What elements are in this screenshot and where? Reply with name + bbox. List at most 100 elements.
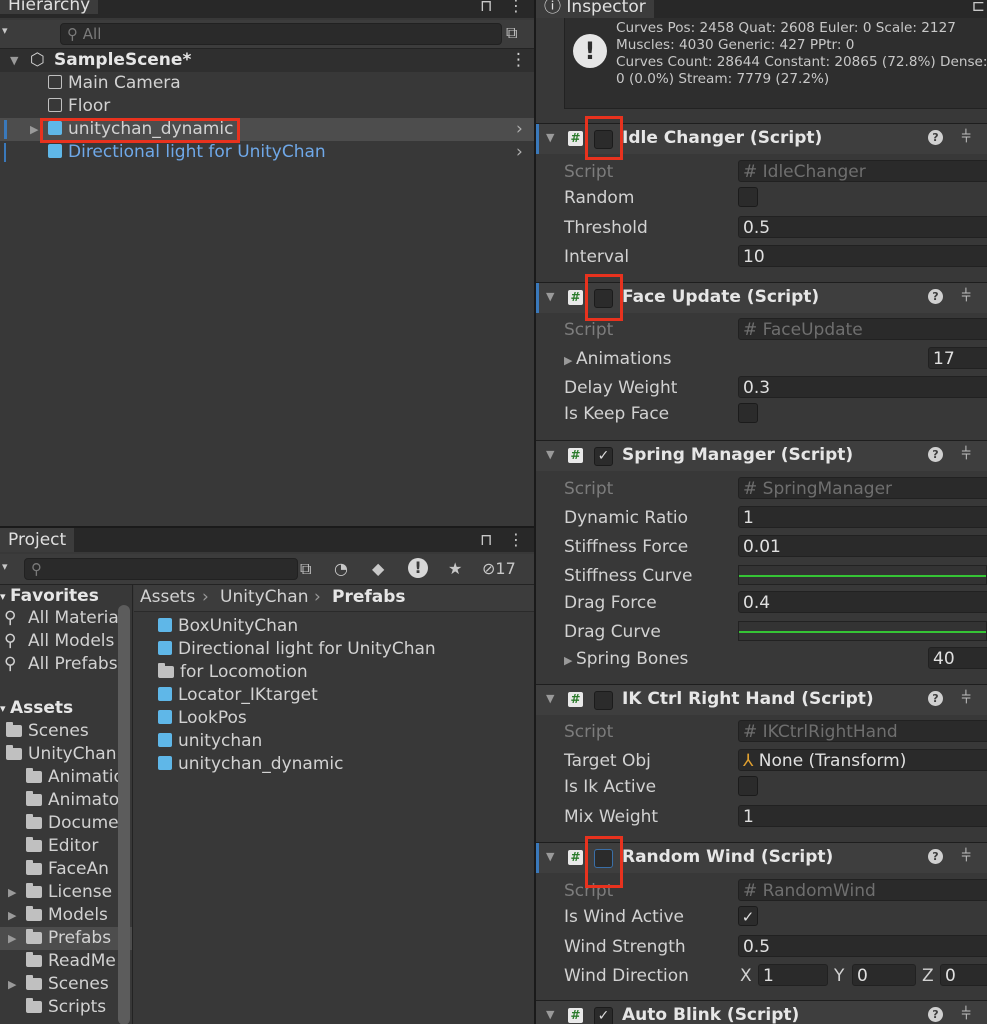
hierarchy-item[interactable]: Directional light for UnityChan ›: [0, 141, 534, 164]
create-dropdown-icon[interactable]: ▾: [2, 24, 8, 37]
assets-header[interactable]: ▾ Assets: [0, 697, 132, 720]
folder-item[interactable]: Editor: [0, 835, 132, 858]
fold-arrow-icon[interactable]: ▼: [546, 290, 554, 303]
folder-item[interactable]: Scripts: [0, 996, 132, 1019]
panel-splitter[interactable]: [0, 526, 534, 528]
help-icon[interactable]: ?: [928, 849, 943, 864]
ik-active-checkbox[interactable]: [738, 776, 758, 796]
more-menu-icon[interactable]: ⋮: [508, 530, 524, 549]
component-header-auto-blink[interactable]: ▼ # ✓ Auto Blink (Script) ? ⫩: [536, 1000, 987, 1024]
hierarchy-search-input[interactable]: ⚲ All: [60, 23, 502, 45]
tree-scrollbar[interactable]: [118, 605, 130, 1024]
fold-arrow-icon[interactable]: ▼: [546, 850, 554, 863]
stiffness-force-field[interactable]: 0.01: [738, 535, 987, 557]
label-icon[interactable]: ◆: [372, 559, 384, 578]
help-icon[interactable]: ?: [928, 1007, 943, 1022]
help-icon[interactable]: ?: [928, 447, 943, 462]
warning-icon[interactable]: !: [408, 558, 428, 578]
asset-item[interactable]: for Locomotion: [158, 661, 534, 684]
wind-y-field[interactable]: 0: [852, 964, 916, 986]
folder-item[interactable]: ▶ License: [0, 881, 132, 904]
help-icon[interactable]: ?: [928, 691, 943, 706]
expand-arrow-icon[interactable]: ▶: [564, 654, 576, 667]
favorite-item[interactable]: ⚲ All Prefabs: [0, 653, 132, 676]
expand-arrow-icon[interactable]: ▶: [8, 881, 16, 904]
component-menu-icon[interactable]: ⫩: [961, 846, 971, 866]
enable-checkbox-checked[interactable]: ✓: [594, 447, 613, 466]
wind-z-field[interactable]: 0: [940, 964, 987, 986]
project-search-input[interactable]: ⚲: [24, 558, 298, 580]
favorite-item[interactable]: ⚲ All Models: [0, 630, 132, 653]
breadcrumb-unitychan[interactable]: UnityChan: [220, 587, 309, 607]
component-menu-icon[interactable]: ⫩: [961, 688, 971, 708]
lock-icon[interactable]: ⊓: [480, 530, 492, 549]
random-checkbox[interactable]: [738, 187, 758, 207]
asset-item[interactable]: Directional light for UnityChan: [158, 638, 534, 661]
favorite-item[interactable]: ⚲ All Materia: [0, 607, 132, 630]
search-window-icon[interactable]: ⧉: [300, 559, 311, 579]
wind-active-checkbox[interactable]: ✓: [738, 906, 758, 926]
scene-fold-icon[interactable]: ▼: [10, 49, 18, 72]
wind-strength-field[interactable]: 0.5: [738, 935, 987, 957]
component-menu-icon[interactable]: ⫩: [961, 286, 971, 306]
asset-item[interactable]: Locator_IKtarget: [158, 684, 534, 707]
breadcrumb-assets[interactable]: Assets: [140, 587, 195, 607]
breadcrumb-prefabs[interactable]: Prefabs: [332, 587, 406, 607]
expand-arrow-icon[interactable]: ▶: [30, 118, 38, 141]
scene-row[interactable]: ▼ ⬡ SampleScene* ⋮: [0, 49, 534, 72]
folder-item[interactable]: Animato: [0, 789, 132, 812]
component-menu-icon[interactable]: ⫩: [961, 1004, 971, 1024]
component-menu-icon[interactable]: ⫩: [961, 127, 971, 147]
create-dropdown-icon[interactable]: ▾: [2, 560, 8, 573]
target-obj-field[interactable]: ⅄ None (Transform): [738, 749, 987, 771]
folder-item[interactable]: Animatio: [0, 766, 132, 789]
favorite-star-icon[interactable]: ★: [448, 559, 462, 578]
folder-item[interactable]: UnityChan: [0, 743, 132, 766]
folder-item[interactable]: ▶ Models: [0, 904, 132, 927]
folder-item[interactable]: FaceAn: [0, 858, 132, 881]
array-size-field[interactable]: 17: [928, 347, 987, 369]
fold-arrow-icon[interactable]: ▼: [546, 131, 554, 144]
panel-splitter[interactable]: [534, 0, 536, 1024]
delay-weight-field[interactable]: 0.3: [738, 376, 987, 398]
threshold-field[interactable]: 0.5: [738, 216, 987, 238]
panel-menu-icon[interactable]: ⊏: [972, 0, 985, 15]
array-size-field[interactable]: 40: [928, 647, 987, 669]
hierarchy-item[interactable]: Floor: [0, 95, 534, 118]
help-icon[interactable]: ?: [928, 289, 943, 304]
expand-arrow-icon[interactable]: ▶: [8, 973, 16, 996]
drag-curve-field[interactable]: [738, 621, 987, 641]
expand-arrow-icon[interactable]: ▶: [8, 904, 16, 927]
lock-icon[interactable]: ⊓: [480, 0, 492, 15]
enable-checkbox-checked[interactable]: ✓: [594, 1007, 613, 1024]
chevron-right-icon[interactable]: ›: [516, 141, 523, 164]
favorites-header[interactable]: ▾ Favorites: [0, 585, 132, 608]
spring-bones-foldout[interactable]: ▶ Spring Bones: [564, 649, 688, 669]
asset-item[interactable]: LookPos: [158, 707, 534, 730]
dynamic-ratio-field[interactable]: 1: [738, 506, 987, 528]
tab-inspector[interactable]: ⓘ Inspector: [536, 0, 654, 18]
folder-item[interactable]: ReadMe: [0, 950, 132, 973]
scene-visibility-icon[interactable]: ⧉: [506, 23, 517, 43]
tab-project[interactable]: Project: [0, 528, 75, 552]
fold-arrow-icon[interactable]: ▼: [546, 1008, 554, 1021]
component-header-ik-ctrl[interactable]: ▼ # IK Ctrl Right Hand (Script) ? ⫩: [536, 684, 987, 715]
filter-type-icon[interactable]: ◔: [334, 559, 348, 578]
enable-checkbox[interactable]: [594, 691, 613, 710]
expand-arrow-icon[interactable]: ▶: [8, 927, 16, 950]
folder-item-selected[interactable]: ▶ Prefabs: [0, 927, 132, 950]
keep-face-checkbox[interactable]: [738, 403, 758, 423]
more-menu-icon[interactable]: ⋮: [508, 0, 524, 15]
folder-item[interactable]: ▶ Scenes: [0, 973, 132, 996]
asset-item[interactable]: unitychan: [158, 730, 534, 753]
scene-menu-icon[interactable]: ⋮: [510, 49, 527, 72]
help-icon[interactable]: ?: [928, 130, 943, 145]
component-menu-icon[interactable]: ⫩: [961, 444, 971, 464]
chevron-right-icon[interactable]: ›: [516, 118, 523, 141]
folder-item[interactable]: Scenes: [0, 720, 132, 743]
expand-arrow-icon[interactable]: ▶: [564, 354, 576, 367]
asset-item[interactable]: unitychan_dynamic: [158, 753, 534, 776]
hidden-packages-button[interactable]: ⊘17: [482, 559, 516, 578]
mix-weight-field[interactable]: 1: [738, 805, 987, 827]
hierarchy-item[interactable]: Main Camera: [0, 72, 534, 95]
